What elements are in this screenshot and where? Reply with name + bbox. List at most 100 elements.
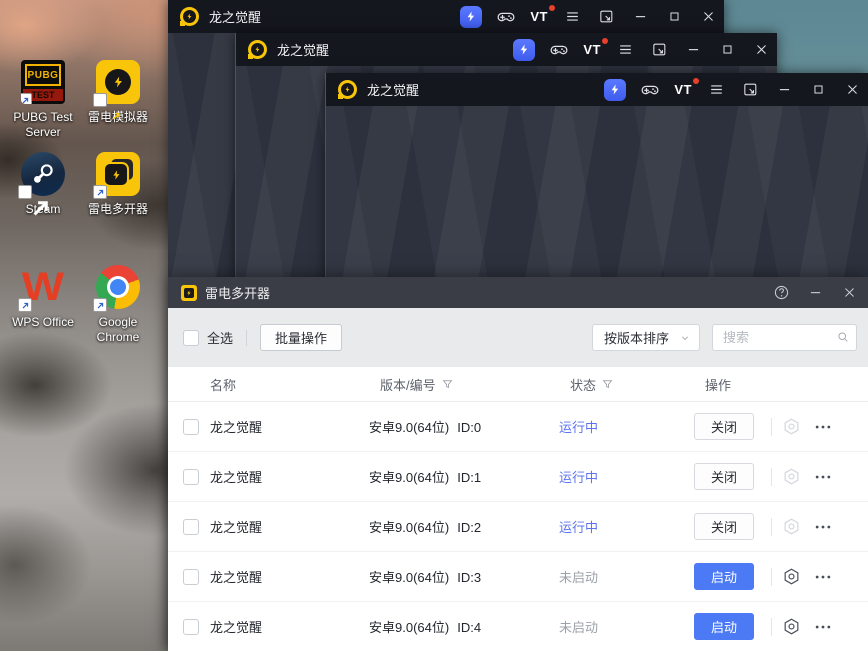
shortcut-arrow-icon: [93, 93, 107, 107]
row-divider: [771, 467, 772, 486]
status-text: 运行中: [559, 470, 599, 485]
minimize-button[interactable]: [630, 4, 650, 30]
select-all-label: 全选: [207, 331, 234, 346]
more-options-icon[interactable]: [813, 517, 833, 537]
sort-dropdown-value: 按版本排序: [604, 331, 670, 346]
instance-name: 龙之觉醒: [210, 620, 263, 635]
maximize-button[interactable]: [808, 77, 828, 103]
instance-name: 龙之觉醒: [210, 420, 263, 435]
settings-icon[interactable]: [782, 567, 801, 586]
row-checkbox[interactable]: [183, 418, 199, 435]
ld-multiplayer-icon: [93, 152, 140, 199]
ldplayer-logo-icon: [180, 7, 199, 26]
sort-dropdown[interactable]: 按版本排序: [592, 324, 700, 351]
instance-id: ID:1: [457, 470, 482, 485]
instance-version: 安卓9.0(64位): [369, 520, 450, 535]
window-title: 龙之觉醒: [277, 43, 330, 58]
close-instance-button[interactable]: 关闭: [694, 463, 754, 490]
toolbar-divider: [246, 329, 248, 346]
desktop-icon-steam[interactable]: Steam: [5, 152, 81, 217]
row-checkbox[interactable]: [183, 618, 199, 635]
row-checkbox[interactable]: [183, 518, 199, 535]
emulator-titlebar[interactable]: 龙之觉醒 VT: [168, 0, 724, 33]
close-instance-button[interactable]: 关闭: [694, 413, 754, 440]
new-window-icon[interactable]: [596, 4, 616, 30]
maximize-button[interactable]: [717, 37, 737, 63]
more-options-icon[interactable]: [813, 567, 833, 587]
maximize-button[interactable]: [664, 4, 684, 30]
row-checkbox[interactable]: [183, 468, 199, 485]
wps-icon: W: [18, 265, 65, 312]
desktop-icon-google-chrome[interactable]: Google Chrome: [80, 265, 156, 345]
window-title: 龙之觉醒: [209, 10, 262, 25]
new-window-icon[interactable]: [649, 37, 669, 63]
close-button[interactable]: [751, 37, 771, 63]
filter-icon[interactable]: [441, 378, 454, 391]
gamepad-icon[interactable]: [640, 77, 660, 103]
close-button[interactable]: [840, 282, 858, 304]
close-button[interactable]: [842, 77, 862, 103]
desktop-icon-ld-multiplayer[interactable]: 雷电多开器: [80, 152, 156, 217]
start-instance-button[interactable]: 启动: [694, 563, 754, 590]
desktop-icon-ldplayer[interactable]: 雷电模拟器: [80, 60, 156, 125]
more-options-icon[interactable]: [813, 617, 833, 637]
status-text: 运行中: [559, 520, 599, 535]
instance-row: 龙之觉醒 安卓9.0(64位) ID:4 未启动 启动: [168, 602, 868, 651]
settings-icon[interactable]: [782, 617, 801, 636]
vt-badge[interactable]: VT: [583, 37, 608, 59]
minimize-button[interactable]: [683, 37, 703, 63]
instance-row: 龙之觉醒 安卓9.0(64位) ID:1 运行中 关闭: [168, 452, 868, 502]
more-options-icon[interactable]: [813, 467, 833, 487]
ldplayer-logo-icon: [248, 40, 267, 59]
new-window-icon[interactable]: [740, 77, 760, 103]
column-header-name: 名称: [210, 377, 237, 393]
chrome-icon: [93, 265, 140, 312]
select-all-checkbox[interactable]: [183, 329, 199, 346]
menu-icon[interactable]: [562, 4, 582, 30]
manager-titlebar[interactable]: 雷电多开器: [168, 277, 868, 308]
ldplayer-logo-icon: [338, 80, 357, 99]
start-instance-button[interactable]: 启动: [694, 613, 754, 640]
row-divider: [771, 567, 772, 586]
instance-version: 安卓9.0(64位): [369, 570, 450, 585]
desktop-icon-label: 雷电多开器: [87, 202, 148, 216]
emulator-titlebar[interactable]: 龙之觉醒 VT: [326, 73, 868, 106]
menu-icon[interactable]: [706, 77, 726, 103]
vt-badge[interactable]: VT: [530, 4, 555, 26]
notification-dot: [602, 37, 608, 44]
boost-icon[interactable]: [460, 5, 483, 28]
shortcut-arrow-icon: [93, 298, 107, 312]
manager-title: 雷电多开器: [205, 286, 271, 301]
ldplayer-icon: [93, 60, 140, 107]
boost-icon[interactable]: [513, 38, 536, 61]
close-button[interactable]: [698, 4, 718, 30]
column-header-version: 版本/编号: [380, 377, 436, 393]
shortcut-arrow-icon: [21, 93, 32, 104]
settings-icon[interactable]: [782, 417, 801, 436]
column-header-operation: 操作: [705, 377, 732, 393]
instance-row: 龙之觉醒 安卓9.0(64位) ID:0 运行中 关闭: [168, 402, 868, 452]
more-options-icon[interactable]: [813, 417, 833, 437]
emulator-titlebar[interactable]: 龙之觉醒 VT: [236, 33, 777, 66]
menu-icon[interactable]: [615, 37, 635, 63]
help-icon[interactable]: [772, 282, 790, 304]
status-text: 运行中: [559, 420, 599, 435]
gamepad-icon[interactable]: [549, 37, 569, 63]
gamepad-icon[interactable]: [496, 4, 516, 30]
desktop-icon-pubg-test-server[interactable]: PUBG TEST PUBG Test Server: [5, 60, 81, 140]
instance-list: 龙之觉醒 安卓9.0(64位) ID:0 运行中 关闭 龙之觉醒 安卓9.0(64…: [168, 402, 868, 651]
desktop-icon-wps-office[interactable]: W WPS Office: [5, 265, 81, 330]
minimize-button[interactable]: [774, 77, 794, 103]
settings-icon[interactable]: [782, 467, 801, 486]
instance-version: 安卓9.0(64位): [369, 620, 450, 635]
vt-badge[interactable]: VT: [674, 77, 699, 99]
minimize-button[interactable]: [806, 282, 824, 304]
batch-operation-button[interactable]: 批量操作: [260, 324, 343, 351]
settings-icon[interactable]: [782, 517, 801, 536]
row-checkbox[interactable]: [183, 568, 199, 585]
close-instance-button[interactable]: 关闭: [694, 513, 754, 540]
boost-icon[interactable]: [604, 78, 627, 101]
instance-id: ID:2: [457, 520, 482, 535]
filter-icon[interactable]: [601, 378, 614, 391]
manager-toolbar: 全选 批量操作 按版本排序: [168, 308, 868, 367]
